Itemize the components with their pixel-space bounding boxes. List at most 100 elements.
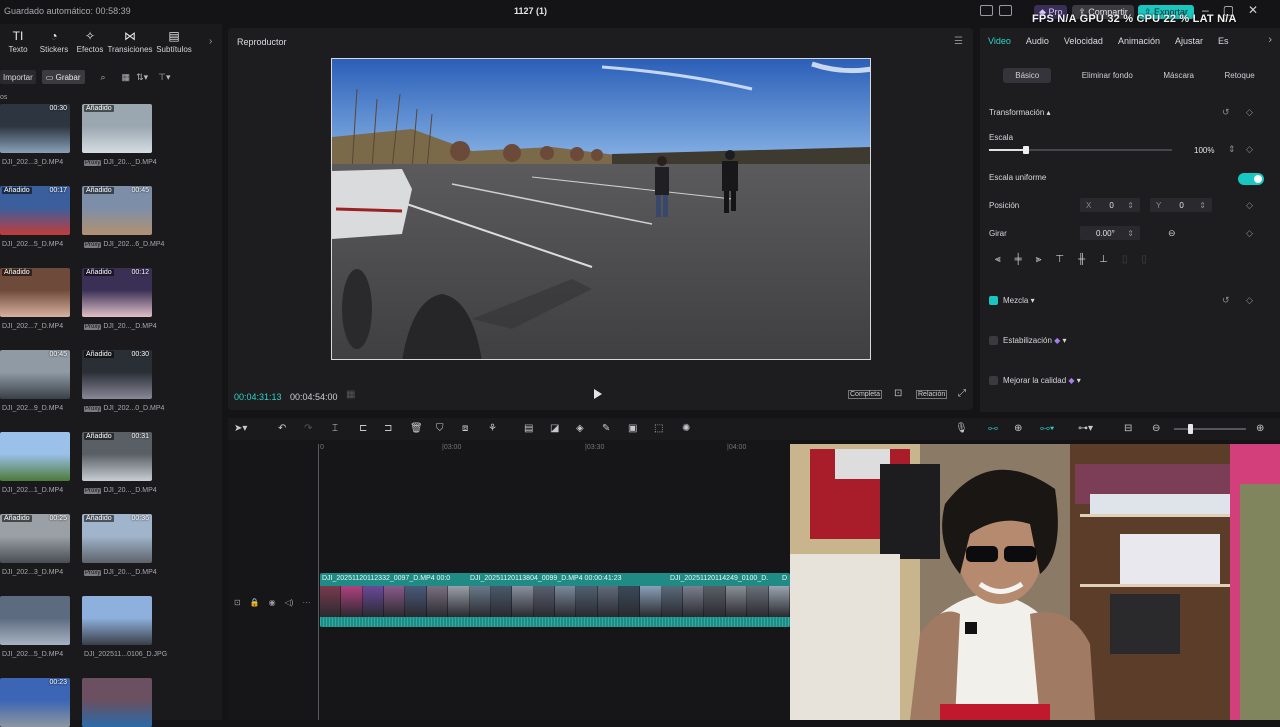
- filter-icon[interactable]: ⊤▾: [158, 72, 170, 83]
- inspector-tab-animación[interactable]: Animación: [1118, 36, 1160, 46]
- captions-icon[interactable]: ▤: [524, 423, 533, 434]
- media-thumbnail[interactable]: Añadido 00:30: [82, 350, 152, 399]
- inspector-tab-audio[interactable]: Audio: [1026, 36, 1049, 46]
- enhance-checkbox[interactable]: [989, 376, 998, 385]
- video-preview[interactable]: [331, 58, 871, 360]
- video-track[interactable]: DJI_20251120112332_0097_D.MP4 00:0 DJI_20…: [320, 573, 790, 627]
- keyframe-icon[interactable]: ◇: [1246, 228, 1253, 239]
- microphone-icon[interactable]: 🎙: [955, 423, 968, 434]
- preview-axis-icon[interactable]: ⊶▾: [1078, 423, 1093, 434]
- eye-icon[interactable]: ◉: [269, 598, 276, 607]
- media-thumbnail[interactable]: 00:45: [0, 350, 70, 399]
- keyframe-icon[interactable]: ◇: [1246, 107, 1253, 118]
- grid-view-icon[interactable]: ▦: [122, 72, 131, 83]
- magic-icon[interactable]: ⚘: [488, 423, 497, 434]
- fullscreen-icon[interactable]: ⤢: [958, 388, 966, 399]
- inspector-tab-velocidad[interactable]: Velocidad: [1064, 36, 1103, 46]
- keyframe-icon[interactable]: ◇: [1246, 295, 1253, 306]
- undo-icon[interactable]: ↶: [278, 423, 286, 434]
- keyframe-icon[interactable]: ◇: [1246, 200, 1253, 211]
- position-y-field[interactable]: Y 0 ⇕: [1150, 198, 1212, 212]
- media-thumbnail[interactable]: [0, 432, 70, 481]
- link-icon[interactable]: ⧟: [988, 423, 998, 434]
- media-thumbnail[interactable]: [0, 596, 70, 645]
- shield-icon[interactable]: ⛉: [436, 423, 444, 434]
- scale-value[interactable]: 100%: [1194, 146, 1214, 155]
- align-bottom-icon[interactable]: ⊥: [1099, 254, 1108, 268]
- stabilize-checkbox[interactable]: [989, 336, 998, 345]
- align-left-icon[interactable]: ⫷: [995, 254, 1001, 268]
- timeline[interactable]: 0 |03:00 |03:30 |04:00 ⊡ 🔒 ◉ ◁) ··· DJI_202…: [228, 440, 790, 720]
- zoom-out-icon[interactable]: ⊖: [1152, 423, 1160, 434]
- stepper-icon[interactable]: ⇕: [1228, 144, 1236, 155]
- minimize-icon[interactable]: –: [1202, 3, 1209, 17]
- ai-icon[interactable]: ✺: [682, 423, 690, 434]
- uniform-scale-toggle[interactable]: [1238, 173, 1264, 185]
- inspector-tab-es[interactable]: Es: [1218, 36, 1229, 46]
- split-left-icon[interactable]: ⊏: [359, 423, 367, 434]
- import-button[interactable]: Importar: [0, 70, 36, 84]
- volume-icon[interactable]: ◁): [285, 598, 294, 607]
- lock-icon[interactable]: 🔒: [250, 598, 260, 607]
- crop-icon[interactable]: ⧈: [462, 423, 468, 434]
- media-thumbnail[interactable]: [82, 596, 152, 645]
- enhance-header[interactable]: Mejorar la calidad ◆ ▾: [1003, 376, 1081, 385]
- fit-icon[interactable]: ⊟: [1124, 423, 1132, 434]
- snap-icon[interactable]: ⧟▾: [1040, 423, 1054, 434]
- blend-header[interactable]: Mezcla ▾: [1003, 296, 1035, 305]
- cover-icon[interactable]: ⊡: [234, 598, 241, 607]
- close-icon[interactable]: ✕: [1248, 3, 1258, 17]
- blend-checkbox[interactable]: [989, 296, 998, 305]
- media-thumbnail[interactable]: Añadido: [0, 268, 70, 317]
- export-frame-icon[interactable]: ⬚: [654, 423, 663, 434]
- split-right-icon[interactable]: ⊐: [384, 423, 392, 434]
- zoom-slider[interactable]: [1174, 428, 1246, 430]
- tool-tab-transiciones[interactable]: ⋈ Transiciones: [107, 30, 152, 55]
- search-icon[interactable]: ⌕: [101, 72, 106, 83]
- marker-icon[interactable]: ▦: [346, 389, 355, 400]
- snapshot-icon[interactable]: ⊡: [894, 388, 902, 399]
- sort-icon[interactable]: ⇅▾: [136, 72, 148, 83]
- tool-tab-efectos[interactable]: ✧ Efectos: [72, 30, 108, 55]
- align-center-v-icon[interactable]: ╫: [1078, 254, 1085, 268]
- shortcuts-icon[interactable]: [999, 5, 1012, 16]
- media-thumbnail[interactable]: Añadido 00:45: [82, 186, 152, 235]
- menu-icon[interactable]: ☰: [954, 36, 963, 47]
- ratio-button[interactable]: Relación: [916, 390, 948, 399]
- split-icon[interactable]: ⌶: [332, 423, 338, 434]
- wand-icon[interactable]: ✎: [602, 423, 610, 434]
- magnet-icon[interactable]: ⊕: [1014, 423, 1022, 434]
- stepper-icon[interactable]: ⇕: [1199, 201, 1206, 210]
- redo-icon[interactable]: ↷: [304, 423, 312, 434]
- subtab-2[interactable]: Máscara: [1163, 71, 1194, 80]
- hd-icon[interactable]: ▣: [628, 423, 637, 434]
- rotate-dial-icon[interactable]: ⊖: [1168, 228, 1176, 239]
- media-thumbnail[interactable]: Añadido: [82, 104, 152, 153]
- media-thumbnail[interactable]: Añadido 00:17: [0, 186, 70, 235]
- tool-tab-subtítulos[interactable]: ▤ Subtítulos: [152, 30, 196, 55]
- stabilize-header[interactable]: Estabilización ◆ ▾: [1003, 336, 1067, 345]
- tool-tab-texto[interactable]: TI Texto: [0, 30, 36, 55]
- tool-tab-stickers[interactable]: ◔ Stickers: [36, 30, 72, 55]
- scale-slider-knob[interactable]: [1022, 146, 1029, 154]
- keyframe-add-icon[interactable]: ◈: [576, 423, 584, 434]
- subtab-0[interactable]: Básico: [1003, 67, 1052, 83]
- media-thumbnail[interactable]: Añadido 00:12: [82, 268, 152, 317]
- layout-icon[interactable]: [980, 5, 993, 16]
- playhead[interactable]: [318, 444, 319, 720]
- align-center-h-icon[interactable]: ╪: [1015, 254, 1022, 268]
- select-tool-icon[interactable]: ➤▾: [234, 423, 247, 434]
- mirror-icon[interactable]: ◪: [550, 423, 559, 434]
- rotate-field[interactable]: 0.00° ⇕: [1080, 226, 1140, 240]
- scale-slider[interactable]: [989, 146, 1172, 154]
- more-icon[interactable]: ···: [302, 598, 310, 607]
- inspector-tab-ajustar[interactable]: Ajustar: [1175, 36, 1203, 46]
- chevron-right-icon[interactable]: ›: [1268, 34, 1272, 46]
- align-right-icon[interactable]: ⫸: [1036, 254, 1042, 268]
- reset-icon[interactable]: ↺: [1222, 107, 1230, 118]
- transform-header[interactable]: Transformación ▴: [989, 108, 1051, 117]
- stepper-icon[interactable]: ⇕: [1127, 229, 1134, 238]
- zoom-slider-knob[interactable]: [1188, 424, 1193, 434]
- full-view-button[interactable]: Completa: [848, 390, 882, 399]
- media-thumbnail[interactable]: Añadido 00:31: [82, 432, 152, 481]
